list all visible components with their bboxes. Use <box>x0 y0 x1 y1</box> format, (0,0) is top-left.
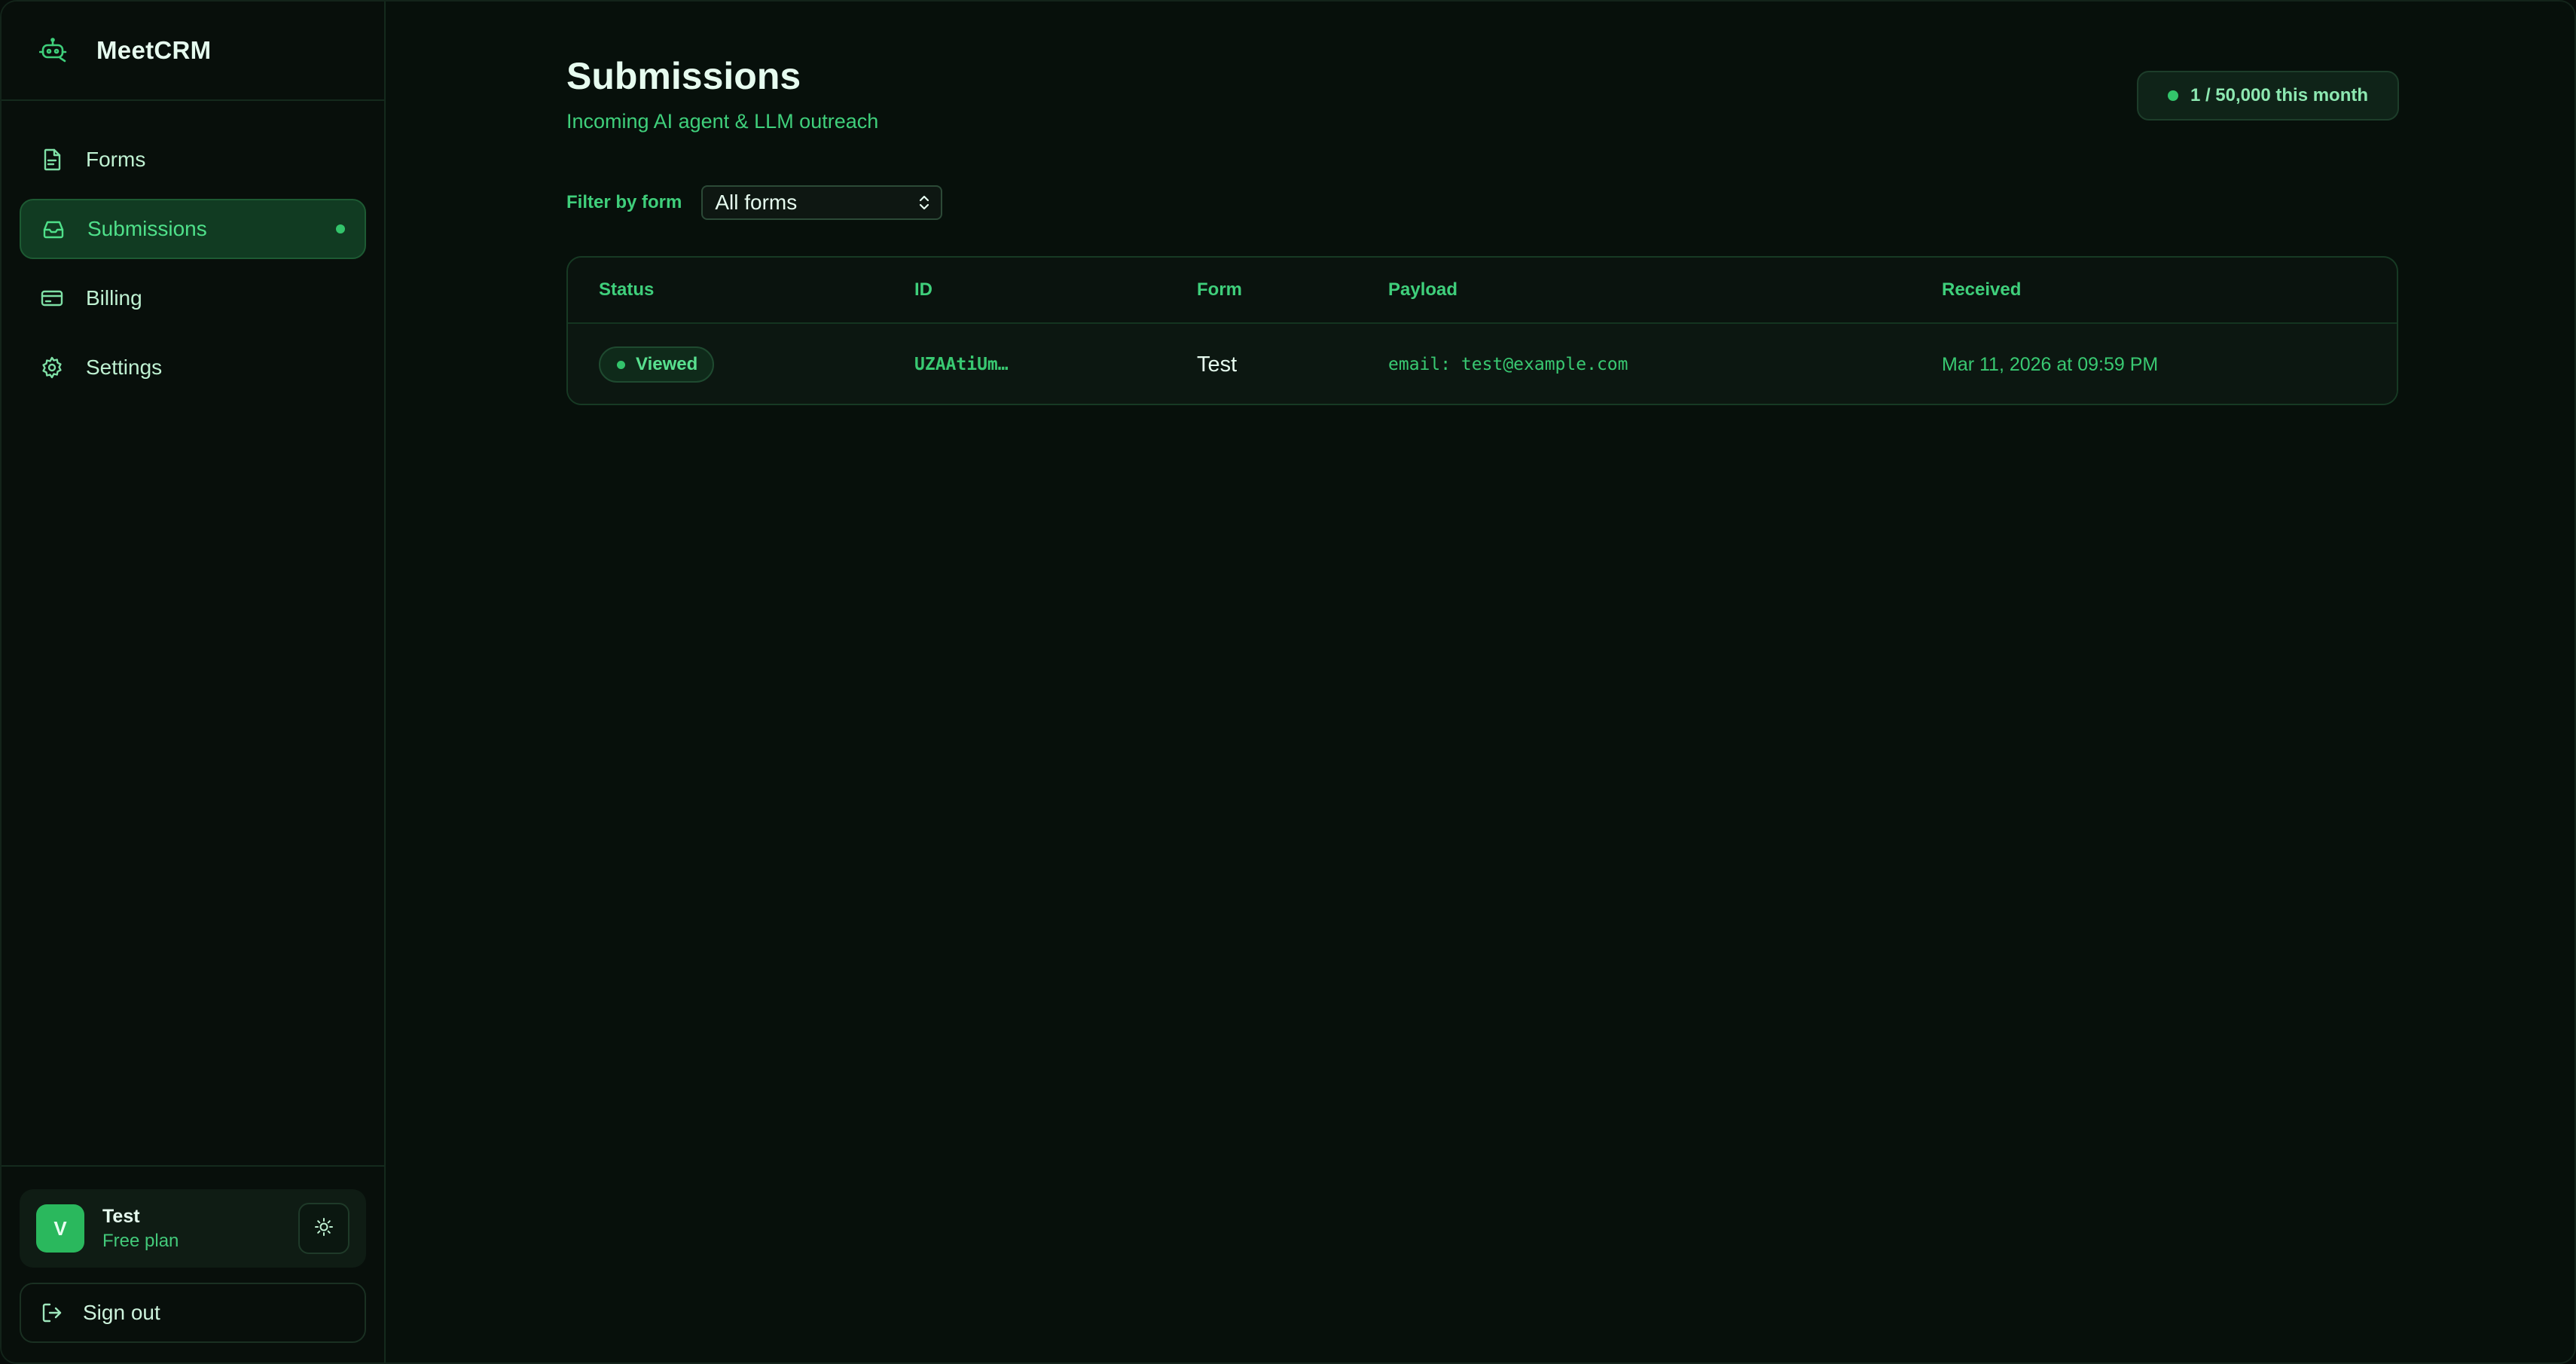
sidebar-item-billing[interactable]: Billing <box>20 268 366 328</box>
sidebar-item-label: Submissions <box>87 217 207 240</box>
sidebar: MeetCRM Forms Submissions Billing Settin… <box>2 2 386 1362</box>
inbox-icon <box>41 216 66 242</box>
form-filter-select[interactable]: All forms <box>701 185 943 220</box>
sidebar-item-label: Settings <box>86 355 163 379</box>
status-text: Viewed <box>636 354 698 374</box>
column-header-id[interactable]: ID <box>914 258 932 322</box>
table-header: Status ID Form Payload Received <box>568 258 2397 324</box>
sun-icon <box>314 1217 334 1240</box>
sidebar-item-label: Billing <box>86 286 142 310</box>
user-card[interactable]: V Test Free plan <box>20 1189 366 1268</box>
document-icon <box>39 147 65 172</box>
sidebar-item-submissions[interactable]: Submissions <box>20 199 366 259</box>
usage-text: 1 / 50,000 this month <box>2190 85 2369 105</box>
brand[interactable]: MeetCRM <box>2 2 384 101</box>
sidebar-item-label: Forms <box>86 148 146 171</box>
column-header-status[interactable]: Status <box>599 258 654 322</box>
active-indicator-dot <box>336 224 345 233</box>
status-badge: Viewed <box>599 346 715 383</box>
sidebar-nav: Forms Submissions Billing Settings <box>2 101 384 398</box>
payload-preview: email: test@example.com <box>1388 355 1628 374</box>
user-name: Test <box>102 1205 140 1227</box>
form-filter-value: All forms <box>715 191 798 214</box>
usage-dot <box>2167 90 2178 101</box>
received-timestamp: Mar 11, 2026 at 09:59 PM <box>1942 353 2159 375</box>
app-window: MeetCRM Forms Submissions Billing Settin… <box>0 0 2576 1364</box>
page-title: Submissions <box>566 55 801 97</box>
robot-logo-icon <box>39 35 69 66</box>
form-name: Test <box>1197 352 1238 377</box>
submissions-table: Status ID Form Payload Received Viewed U… <box>566 256 2398 405</box>
sidebar-item-settings[interactable]: Settings <box>20 337 366 398</box>
submission-id[interactable]: UZAAtiUm… <box>914 324 1009 404</box>
form-filter: Filter by form All forms <box>566 185 943 220</box>
avatar: V <box>36 1204 84 1253</box>
sign-out-icon <box>39 1300 65 1326</box>
page-subtitle: Incoming AI agent & LLM outreach <box>566 110 879 133</box>
chevron-updown-icon <box>917 192 932 213</box>
status-dot <box>617 360 625 369</box>
user-info: Test Free plan <box>102 1206 179 1252</box>
column-header-payload[interactable]: Payload <box>1388 258 1457 322</box>
filter-label: Filter by form <box>566 192 682 212</box>
status-cell: Viewed <box>599 324 715 404</box>
sidebar-item-forms[interactable]: Forms <box>20 130 366 190</box>
sign-out-button[interactable]: Sign out <box>20 1283 366 1343</box>
sign-out-label: Sign out <box>83 1301 160 1324</box>
user-plan: Free plan <box>102 1230 179 1251</box>
column-header-form[interactable]: Form <box>1197 258 1242 322</box>
column-header-received[interactable]: Received <box>1942 258 2021 322</box>
gear-icon <box>39 355 65 380</box>
sidebar-footer: V Test Free plan Sign out <box>2 1165 384 1362</box>
app-name: MeetCRM <box>96 36 212 64</box>
table-row[interactable]: Viewed UZAAtiUm… Test email: test@exampl… <box>568 324 2397 404</box>
usage-badge: 1 / 50,000 this month <box>2137 71 2399 121</box>
credit-card-icon <box>39 285 65 311</box>
theme-toggle-button[interactable] <box>298 1203 349 1254</box>
